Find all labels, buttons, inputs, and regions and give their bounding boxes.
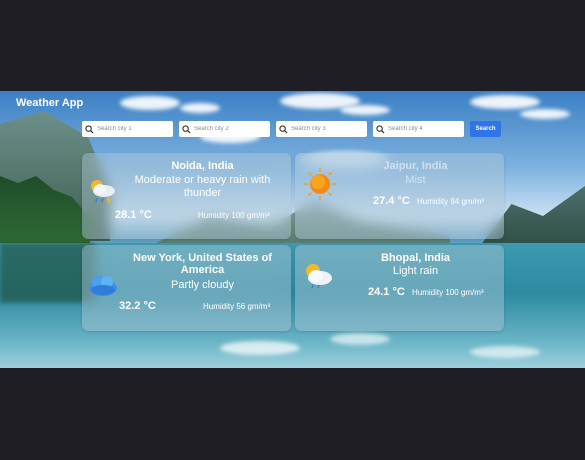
search-icon bbox=[182, 124, 191, 134]
thunder-rain-icon bbox=[91, 180, 115, 204]
temperature: 28.1 °C bbox=[115, 209, 152, 221]
weather-condition: Light rain bbox=[392, 265, 439, 277]
temperature: 32.2 °C bbox=[119, 300, 156, 312]
search-field-2 bbox=[179, 121, 270, 137]
weather-card-jaipur: Jaipur, India Mist 27.4 °C Humidity 94 g… bbox=[295, 153, 504, 239]
humidity: Humidity 94 gm/m³ bbox=[417, 197, 485, 206]
search-input-city-4[interactable] bbox=[385, 126, 462, 132]
app-window: Weather App Search Noida, Indi bbox=[0, 91, 585, 368]
weather-condition: Mist bbox=[405, 174, 426, 186]
weather-condition: Moderate or heavy rain with thunder bbox=[134, 174, 271, 199]
cloud-icon bbox=[89, 276, 117, 296]
search-icon bbox=[85, 124, 94, 134]
app-title: Weather App bbox=[16, 97, 84, 109]
city-name: New York, United States of America bbox=[133, 252, 272, 276]
search-button[interactable]: Search bbox=[470, 121, 501, 137]
sun-icon bbox=[304, 168, 336, 200]
humidity: Humidity 56 gm/m³ bbox=[203, 302, 271, 311]
humidity: Humidity 100 gm/m³ bbox=[198, 211, 270, 220]
search-icon bbox=[279, 124, 288, 134]
search-input-city-1[interactable] bbox=[94, 126, 171, 132]
city-name: Jaipur, India bbox=[383, 160, 448, 172]
temperature: 27.4 °C bbox=[373, 195, 410, 207]
search-bar: Search bbox=[82, 121, 501, 137]
search-icon bbox=[376, 124, 385, 134]
temperature: 24.1 °C bbox=[368, 286, 405, 298]
weather-card-bhopal: Bhopal, India Light rain 24.1 °C Humidit… bbox=[295, 245, 504, 331]
search-field-3 bbox=[276, 121, 367, 137]
search-field-4 bbox=[373, 121, 464, 137]
search-field-1 bbox=[82, 121, 173, 137]
city-name: Noida, India bbox=[171, 160, 234, 172]
humidity: Humidity 100 gm/m³ bbox=[412, 288, 484, 297]
weather-card-new-york: New York, United States of America Partl… bbox=[82, 245, 291, 331]
search-input-city-3[interactable] bbox=[288, 126, 365, 132]
weather-card-noida: Noida, India Moderate or heavy rain with… bbox=[82, 153, 291, 239]
weather-condition: Partly cloudy bbox=[171, 279, 234, 291]
city-name: Bhopal, India bbox=[380, 252, 451, 264]
sun-cloud-icon bbox=[306, 264, 332, 289]
search-input-city-2[interactable] bbox=[191, 126, 268, 132]
